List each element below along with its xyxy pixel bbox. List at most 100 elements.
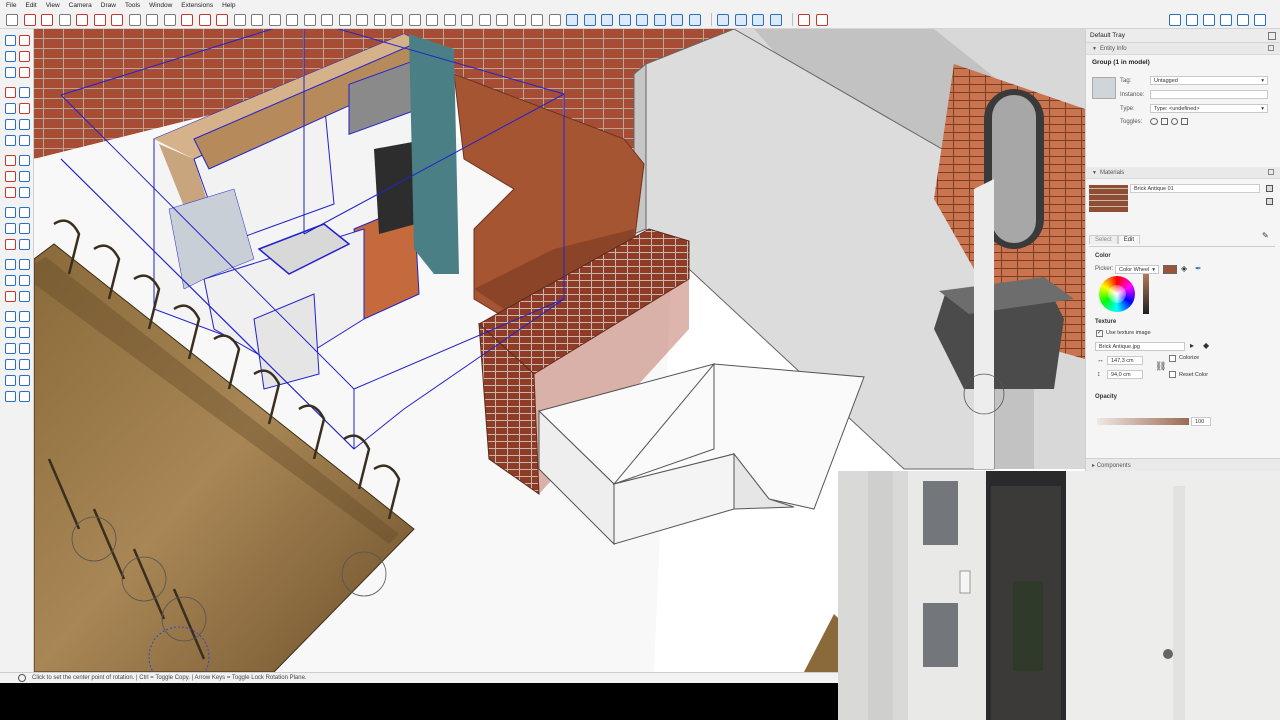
eraser-icon[interactable] xyxy=(58,13,71,26)
walk-icon[interactable] xyxy=(496,13,508,26)
sandbox-icon[interactable] xyxy=(583,13,596,26)
shaded-icon[interactable] xyxy=(752,13,764,26)
position-camera-icon[interactable] xyxy=(478,13,491,26)
zoom-extents-icon[interactable] xyxy=(443,13,456,26)
material-name-field[interactable]: Brick Antique 01 xyxy=(1130,184,1260,193)
pencil-icon[interactable] xyxy=(5,87,16,98)
zoom-icon[interactable] xyxy=(426,13,438,26)
menu-draw[interactable]: Draw xyxy=(101,2,116,9)
tape-icon[interactable] xyxy=(5,207,16,218)
tape-measure-icon[interactable] xyxy=(251,13,263,26)
xray-icon[interactable] xyxy=(717,13,729,26)
sample-paint-icon[interactable]: ✎ xyxy=(1262,231,1269,240)
instance-input[interactable] xyxy=(1150,90,1268,99)
bucket-icon[interactable] xyxy=(5,67,16,78)
opacity-input[interactable]: 100 xyxy=(1191,417,1211,426)
3d-text-icon[interactable] xyxy=(19,239,30,250)
rotate-tool-icon[interactable] xyxy=(198,13,211,26)
close-icon[interactable] xyxy=(1268,45,1274,51)
protractor-icon[interactable] xyxy=(5,223,16,234)
sandbox-stamp-icon[interactable] xyxy=(815,13,828,26)
texture-file-field[interactable]: Brick Antique.jpg xyxy=(1095,342,1185,351)
menu-extensions[interactable]: Extensions xyxy=(181,2,213,9)
view-iso-icon[interactable] xyxy=(601,13,613,26)
menu-camera[interactable]: Camera xyxy=(69,2,92,9)
menu-help[interactable]: Help xyxy=(222,2,235,9)
rectangle-tool-icon[interactable] xyxy=(76,13,88,26)
offset-icon[interactable] xyxy=(163,13,176,26)
browse-icon[interactable]: ▸ xyxy=(1190,341,1194,350)
scale-tool-icon[interactable] xyxy=(216,13,228,26)
display-secondary-icon[interactable] xyxy=(1266,185,1273,192)
offset-icon[interactable] xyxy=(19,187,30,198)
shaded-textures-icon[interactable] xyxy=(769,13,782,26)
use-texture-checkbox[interactable]: ✓ xyxy=(1096,330,1103,337)
rotated-rectangle-icon[interactable] xyxy=(19,103,30,114)
zoom-icon[interactable] xyxy=(5,275,16,286)
make-group-icon[interactable] xyxy=(548,13,561,26)
entity-info-toggle-icon[interactable] xyxy=(1186,14,1198,26)
scenes-toggle-icon[interactable] xyxy=(1254,14,1266,26)
view-top-icon[interactable] xyxy=(618,13,631,26)
info-icon[interactable] xyxy=(18,674,26,682)
move-icon[interactable] xyxy=(5,155,16,166)
entity-info-header[interactable]: ▼ Entity Info xyxy=(1086,43,1280,55)
dimension-icon[interactable] xyxy=(19,207,30,218)
pan-icon[interactable] xyxy=(408,13,421,26)
dimension-icon[interactable] xyxy=(321,13,333,26)
menu-edit[interactable]: Edit xyxy=(25,2,36,9)
text-tool-icon[interactable] xyxy=(286,13,298,26)
edit-texture-icon[interactable]: ◆ xyxy=(1203,341,1209,350)
polygon-tool-icon[interactable] xyxy=(128,13,141,26)
tags-toggle-icon[interactable] xyxy=(1237,14,1249,26)
3d-text-icon[interactable] xyxy=(338,13,351,26)
move-tool-icon[interactable] xyxy=(181,13,193,26)
sandbox-smoove-icon[interactable] xyxy=(798,13,810,26)
colorize-checkbox[interactable] xyxy=(1169,355,1176,362)
select-tool-icon[interactable] xyxy=(6,13,18,26)
picker-select[interactable]: Color Wheel ▾ xyxy=(1115,265,1159,274)
pie-icon[interactable] xyxy=(19,135,30,146)
previous-view-icon[interactable] xyxy=(461,13,473,26)
menu-file[interactable]: File xyxy=(6,2,16,9)
erase-2-icon[interactable] xyxy=(19,67,30,78)
section-plane-icon[interactable] xyxy=(19,327,30,338)
view-left-icon[interactable] xyxy=(688,13,701,26)
tray-toggle-icon[interactable] xyxy=(1169,14,1181,26)
axes-icon[interactable] xyxy=(5,239,16,250)
shadow-cast-toggle-icon[interactable] xyxy=(1171,118,1178,125)
orbit-icon[interactable] xyxy=(391,13,403,26)
view-back-icon[interactable] xyxy=(671,13,683,26)
zoom-window-icon[interactable] xyxy=(19,275,30,286)
materials-header[interactable]: ▼ Materials xyxy=(1086,167,1280,179)
axes-tool-icon[interactable] xyxy=(303,13,316,26)
components-icon[interactable] xyxy=(531,13,543,26)
zoom-extents-icon[interactable] xyxy=(5,291,16,302)
component-icon[interactable] xyxy=(5,51,16,62)
texture-height-field[interactable]: 94,0 cm xyxy=(1107,370,1143,379)
rectangle-icon[interactable] xyxy=(5,103,16,114)
scale-icon[interactable] xyxy=(5,187,16,198)
menu-window[interactable]: Window xyxy=(149,2,172,9)
create-material-icon[interactable] xyxy=(1266,198,1273,205)
warehouse-icon[interactable] xyxy=(19,359,30,370)
circle-icon[interactable] xyxy=(5,119,16,130)
protractor-icon[interactable] xyxy=(268,13,281,26)
styles-toggle-icon[interactable] xyxy=(1220,14,1232,26)
link-aspect-icon[interactable]: ⛓ xyxy=(1155,361,1166,372)
eraser-icon[interactable] xyxy=(19,51,30,62)
menu-tools[interactable]: Tools xyxy=(125,2,140,9)
view-right-icon[interactable] xyxy=(653,13,666,26)
solid-tools-icon[interactable] xyxy=(566,13,578,26)
material-swatch[interactable] xyxy=(1089,185,1128,212)
line-tool-icon[interactable] xyxy=(41,13,53,26)
geo-location-icon[interactable] xyxy=(5,359,16,370)
match-color-icon[interactable]: ◈ xyxy=(1181,264,1187,273)
opacity-slider[interactable] xyxy=(1097,418,1189,425)
reset-color-button[interactable] xyxy=(1169,371,1176,378)
menu-view[interactable]: View xyxy=(46,2,60,9)
orbit-icon[interactable] xyxy=(5,259,16,270)
paint-icon[interactable] xyxy=(19,35,30,46)
texture-width-field[interactable]: 147,3 cm xyxy=(1107,356,1143,365)
arc-icon[interactable] xyxy=(5,135,16,146)
